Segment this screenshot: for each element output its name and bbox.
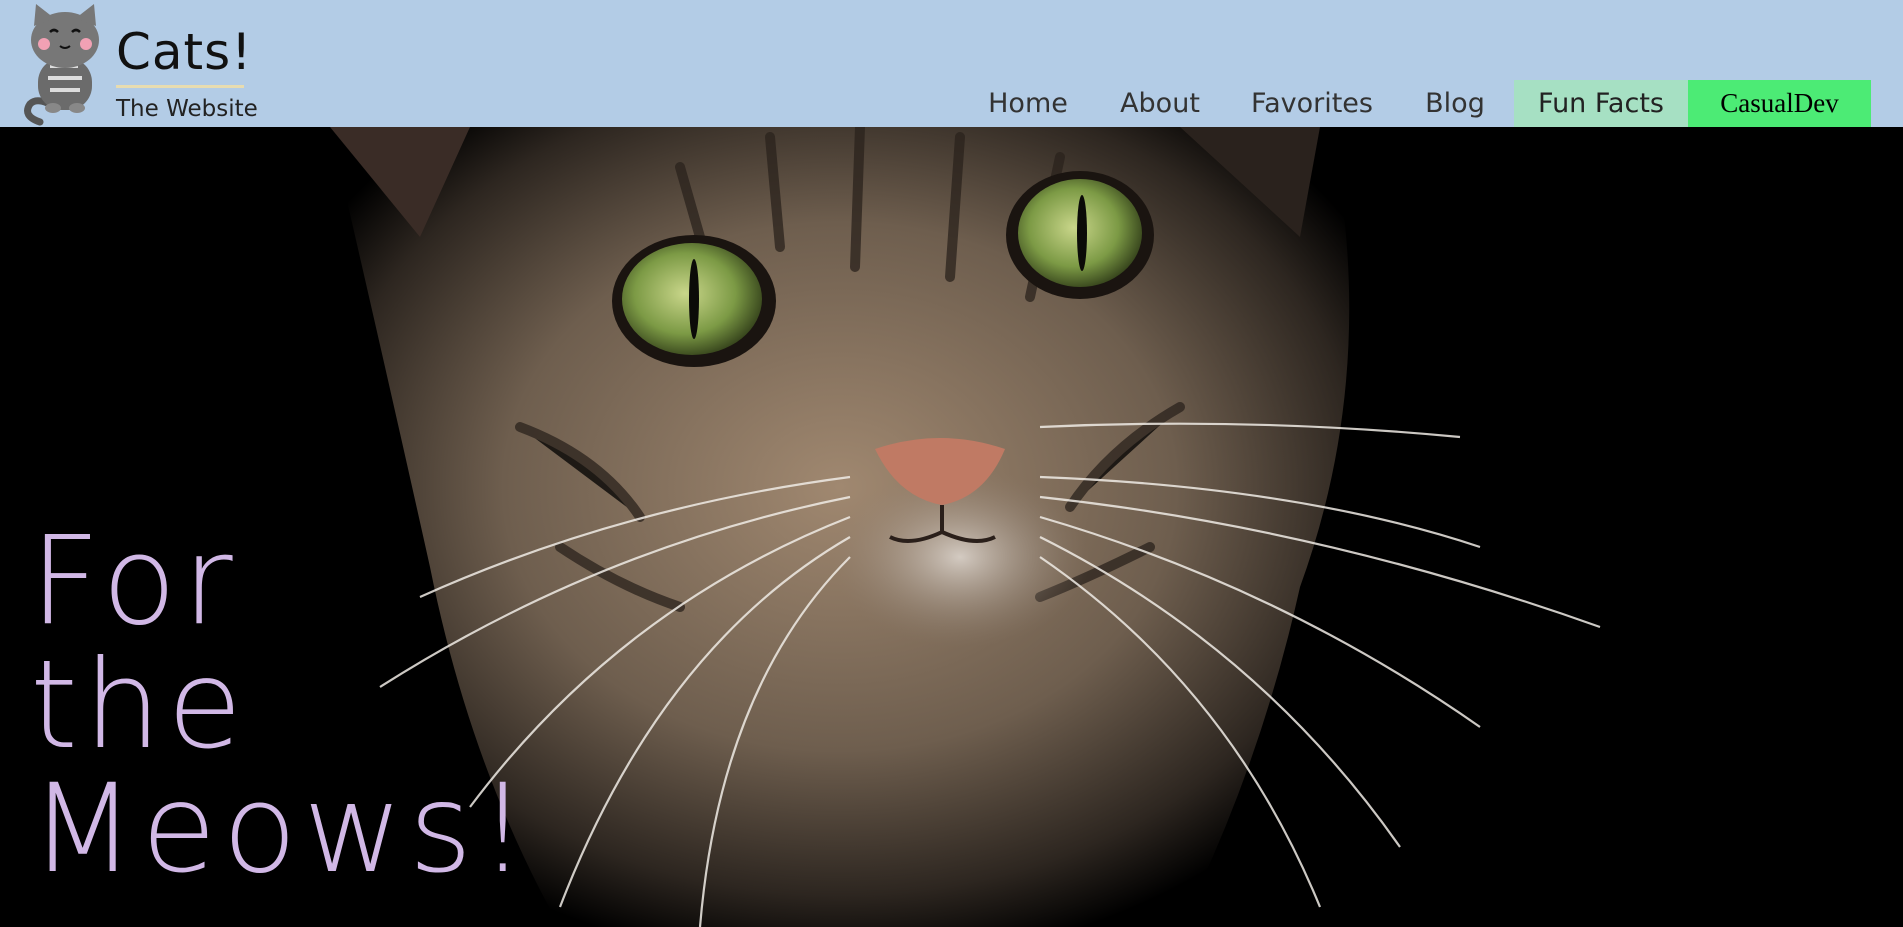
casualdev-button[interactable]: CasualDev bbox=[1688, 80, 1871, 127]
headline-line-1: For bbox=[30, 510, 239, 652]
hero-headline: For the Meows! bbox=[30, 519, 533, 891]
headline-line-2: the bbox=[30, 634, 249, 776]
nav-favorites[interactable]: Favorites bbox=[1245, 80, 1379, 127]
logo-subtitle: The Website bbox=[116, 96, 258, 122]
nav-blog[interactable]: Blog bbox=[1405, 80, 1505, 127]
logo-title[interactable]: Cats! bbox=[116, 22, 252, 82]
headline-line-3: Meows! bbox=[30, 758, 534, 900]
logo-underline bbox=[116, 85, 244, 88]
cat-mascot-icon[interactable] bbox=[20, 4, 110, 126]
site-header: Cats! The Website Home About Favorites B… bbox=[0, 0, 1903, 127]
nav-fun-facts[interactable]: Fun Facts bbox=[1514, 80, 1688, 127]
nav-about[interactable]: About bbox=[1108, 80, 1212, 127]
nav-home[interactable]: Home bbox=[978, 80, 1078, 127]
hero-banner: For the Meows! bbox=[0, 127, 1903, 927]
